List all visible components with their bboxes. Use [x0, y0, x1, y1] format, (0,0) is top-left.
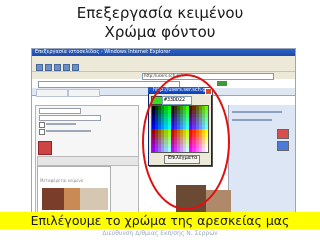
editor-checkbox-1[interactable] — [39, 122, 45, 128]
editor-image — [42, 188, 64, 210]
slide-caption: Επιλέγουμε το χρώμα της αρεσκείας μας — [30, 213, 290, 228]
window-title: Επεξεργασία ιστοσελίδας - Windows Intern… — [35, 49, 171, 55]
editor-label-line — [46, 123, 76, 125]
slide-subtitle: Χρώμα φόντου — [104, 23, 216, 41]
slide-footer: Διεύθυνση Δ/θμιας Εκπ/σης Ν. Σερρών — [102, 230, 218, 237]
editor-image — [64, 188, 80, 210]
tab-2[interactable] — [68, 89, 100, 97]
editor-toolbar — [37, 156, 139, 166]
editor-label-line — [46, 130, 91, 132]
home-icon[interactable] — [72, 64, 79, 71]
panel-swatch[interactable] — [277, 141, 289, 151]
panel-line — [232, 119, 272, 121]
panel-line — [232, 111, 282, 113]
forward-icon[interactable] — [45, 64, 52, 71]
panel-swatch[interactable] — [277, 129, 289, 139]
editor-image — [80, 188, 108, 210]
stop-icon[interactable] — [54, 64, 61, 71]
editor-area-label: Μεταφέρεται κείμενο — [40, 178, 84, 183]
editor-checkbox-2[interactable] — [39, 129, 45, 135]
right-panel — [228, 105, 295, 215]
go-button[interactable] — [217, 81, 227, 86]
highlight-circle — [142, 74, 230, 210]
slide-title: Επεξεργασία κειμένου — [76, 4, 244, 22]
image-icon[interactable] — [38, 141, 52, 155]
editor-field-1[interactable] — [39, 108, 81, 114]
refresh-icon[interactable] — [63, 64, 70, 71]
back-icon[interactable] — [36, 64, 43, 71]
editor-field-2[interactable] — [39, 115, 101, 121]
tab-1[interactable] — [36, 89, 68, 97]
